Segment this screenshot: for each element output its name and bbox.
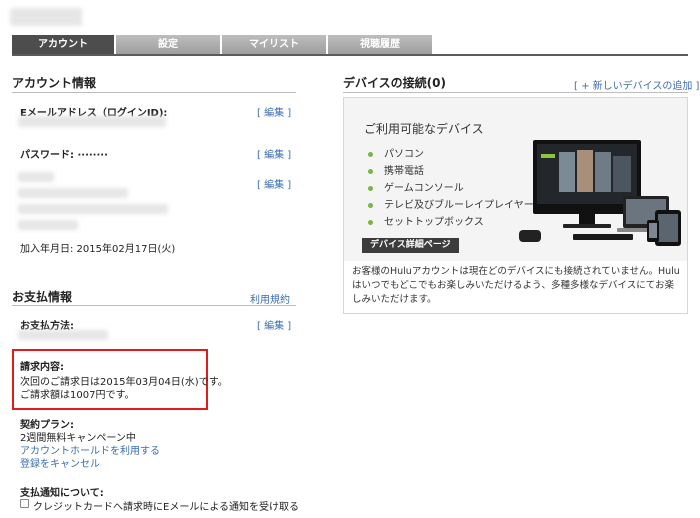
tab-mylist[interactable]: マイリスト <box>222 35 326 54</box>
device-item-console: ゲームコンソール <box>384 183 464 194</box>
password-label: パスワード: ········ <box>20 150 108 161</box>
account-info-divider <box>12 92 296 93</box>
bullet-icon <box>368 203 373 208</box>
payment-info-title: お支払情報 <box>12 290 73 304</box>
devices-title: デバイスの接続(0) <box>343 76 446 90</box>
payment-info-divider <box>12 305 296 306</box>
device-item-stb: セットトップボックス <box>384 217 484 228</box>
device-panel-inner: ご利用可能なデバイス パソコン 携帯電話 ゲームコンソール テレビ及びブルーレイ… <box>344 98 687 261</box>
tab-settings[interactable]: 設定 <box>116 35 220 54</box>
bullet-icon <box>368 152 373 157</box>
game-controller-image <box>519 230 541 242</box>
devices-illustration <box>519 140 681 246</box>
device-list-item: テレビ及びブルーレイプレイヤー <box>368 197 534 214</box>
terms-link[interactable]: 利用規約 <box>250 291 290 306</box>
billing-label: 請求内容: <box>20 362 64 373</box>
blurred-profile-line-3 <box>18 204 168 214</box>
device-item-mobile: 携帯電話 <box>384 166 424 177</box>
payment-edit-link[interactable]: [ 編集 ] <box>257 317 291 332</box>
bullet-icon <box>368 169 373 174</box>
device-list: パソコン 携帯電話 ゲームコンソール テレビ及びブルーレイプレイヤー セットトッ… <box>368 146 534 231</box>
tab-history[interactable]: 視聴履歴 <box>328 35 432 54</box>
profile-edit-link[interactable]: [ 編集 ] <box>257 176 291 191</box>
device-item-pc: パソコン <box>384 149 424 160</box>
password-edit-link[interactable]: [ 編集 ] <box>257 146 291 161</box>
device-list-item: 携帯電話 <box>368 163 534 180</box>
email-notice-checkbox[interactable] <box>20 499 29 508</box>
email-notice-checkbox-label: クレジットカードへ請求時にEメールによる通知を受け取る <box>33 502 300 513</box>
tab-account[interactable]: アカウント <box>12 35 114 54</box>
bullet-icon <box>368 220 373 225</box>
device-details-button[interactable]: デバイス詳細ページ <box>362 238 459 253</box>
device-item-tv: テレビ及びブルーレイプレイヤー <box>384 200 534 211</box>
device-list-item: パソコン <box>368 146 534 163</box>
available-devices-title: ご利用可能なデバイス <box>364 122 484 136</box>
blurred-payment-method <box>18 330 108 340</box>
bluray-player-image <box>573 234 633 240</box>
account-info-title: アカウント情報 <box>12 76 97 90</box>
blurred-profile-line-1 <box>18 172 54 182</box>
payment-notice-label: 支払通知について: <box>20 488 104 499</box>
tab-bar: アカウント 設定 マイリスト 視聴履歴 <box>12 35 688 56</box>
blurred-email <box>18 116 166 127</box>
blurred-username <box>10 8 82 26</box>
device-description: お客様のHuluアカウントは現在どのデバイスにも接続されていません。Huluはい… <box>352 266 680 305</box>
email-edit-link[interactable]: [ 編集 ] <box>257 104 291 119</box>
join-date: 加入年月日: 2015年02月17日(火) <box>20 244 176 255</box>
add-device-link[interactable]: [ + 新しいデバイスの追加 ] <box>574 77 699 92</box>
bullet-icon <box>368 186 373 191</box>
cancel-subscription-link[interactable]: 登録をキャンセル <box>20 455 100 470</box>
device-list-item: ゲームコンソール <box>368 180 534 197</box>
devices-divider <box>343 92 688 93</box>
blurred-profile-line-2 <box>18 188 128 198</box>
billing-amount: ご請求額は1007円です。 <box>20 390 135 401</box>
device-panel: ご利用可能なデバイス パソコン 携帯電話 ゲームコンソール テレビ及びブルーレイ… <box>343 97 688 314</box>
blurred-profile-line-4 <box>18 220 78 230</box>
device-list-item: セットトップボックス <box>368 214 534 231</box>
